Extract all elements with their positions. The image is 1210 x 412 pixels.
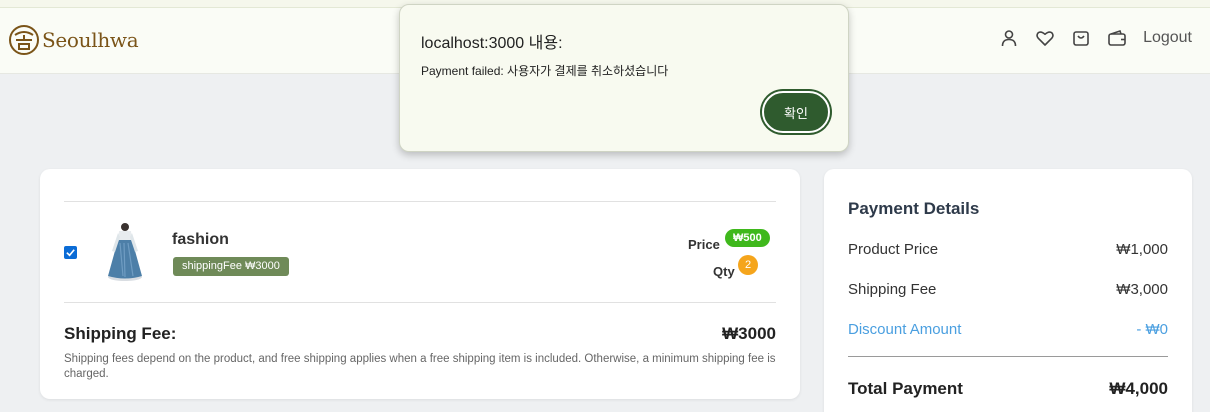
header-nav: Logout — [983, 28, 1192, 48]
qty-badge: 2 — [738, 255, 758, 275]
price-label: Price — [688, 237, 720, 252]
shipping-fee-note: Shipping fees depend on the product, and… — [64, 353, 776, 380]
shipping-fee-badge: shippingFee ₩3000 — [173, 257, 289, 276]
shipping-fee-value: ₩3,000 — [1116, 281, 1168, 298]
cart-card: fashion shippingFee ₩3000 Price ₩500 Qty… — [40, 169, 800, 399]
product-name[interactable]: fashion — [172, 231, 229, 249]
check-icon — [66, 249, 75, 257]
divider — [64, 302, 776, 303]
logo-text: Seoulhwa — [42, 28, 139, 52]
divider — [848, 356, 1168, 357]
product-price-row: Product Price ₩1,000 — [848, 241, 1168, 261]
product-image[interactable] — [102, 221, 148, 283]
discount-value: - ₩0 — [1136, 321, 1168, 338]
item-checkbox[interactable] — [64, 246, 77, 259]
logout-link[interactable]: Logout — [1143, 29, 1192, 47]
discount-label: Discount Amount — [848, 321, 962, 338]
product-price-value: ₩1,000 — [1116, 241, 1168, 258]
confirm-button[interactable]: 확인 — [762, 91, 830, 133]
payment-details-card: Payment Details Product Price ₩1,000 Shi… — [824, 169, 1192, 412]
alert-dialog: localhost:3000 내용: Payment failed: 사용자가 … — [399, 4, 849, 152]
product-price-label: Product Price — [848, 241, 939, 258]
total-payment-value: ₩4,000 — [1109, 379, 1168, 398]
logo-emblem-icon — [9, 25, 39, 55]
dialog-title: localhost:3000 내용: — [421, 35, 563, 52]
user-icon[interactable] — [999, 28, 1019, 48]
qty-label: Qty — [713, 264, 735, 279]
payment-details-title: Payment Details — [848, 199, 980, 218]
dialog-message: Payment failed: 사용자가 결제를 취소하셨습니다 — [421, 64, 669, 78]
shipping-fee-row: Shipping Fee ₩3,000 — [848, 281, 1168, 301]
logo[interactable]: Seoulhwa — [8, 24, 139, 56]
heart-icon[interactable] — [1035, 28, 1055, 48]
bag-icon[interactable] — [1071, 28, 1091, 48]
shipping-fee-label: Shipping Fee: — [64, 324, 177, 343]
discount-row: Discount Amount - ₩0 — [848, 321, 1168, 341]
price-badge: ₩500 — [725, 229, 770, 247]
shipping-fee-label: Shipping Fee — [848, 281, 937, 298]
shipping-fee-value: ₩3000 — [722, 324, 776, 343]
wallet-icon[interactable] — [1107, 28, 1127, 48]
divider — [64, 201, 776, 202]
total-payment-label: Total Payment — [848, 379, 963, 398]
